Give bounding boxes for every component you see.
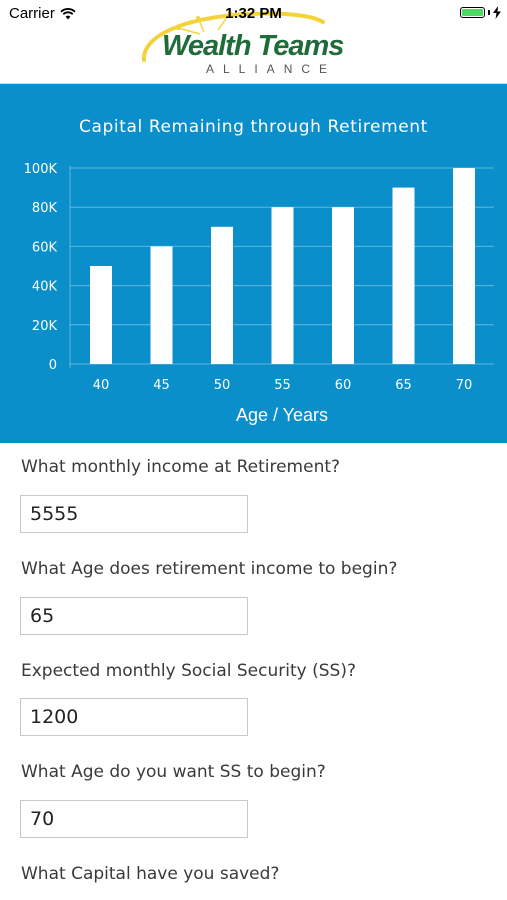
battery-indicator	[460, 6, 501, 19]
chart-bar	[150, 246, 173, 364]
ss-start-age-input[interactable]	[20, 800, 248, 838]
y-tick-label: 0	[49, 358, 57, 373]
social-security-input[interactable]	[20, 698, 248, 736]
income-start-age-input[interactable]	[20, 597, 248, 635]
x-tick-label: 40	[93, 378, 110, 393]
y-tick-label: 100K	[24, 162, 58, 177]
x-tick-label: 70	[456, 378, 473, 393]
logo-sub-text: ALLIANCE	[206, 62, 337, 76]
status-time: 1:32 PM	[225, 5, 282, 22]
chart-title: Capital Remaining through Retirement	[79, 117, 428, 137]
capital-saved-label: What Capital have you saved?	[21, 864, 280, 884]
y-tick-label: 60K	[32, 240, 58, 255]
x-axis-ticks: 40 45 50 55 60 65 70	[93, 378, 473, 393]
status-bar: Carrier 1:32 PM	[0, 0, 507, 26]
chart-bar	[453, 168, 475, 364]
logo-main-text: Wealth Teams	[162, 30, 344, 62]
chart-bar	[392, 187, 415, 364]
capital-remaining-chart: Capital Remaining through Retirement 0 20…	[24, 117, 494, 425]
battery-icon	[460, 7, 485, 18]
retirement-chart-panel: Capital Remaining through Retirement 0 20…	[0, 84, 507, 443]
x-axis-label: Age / Years	[236, 405, 328, 425]
y-tick-label: 20K	[32, 319, 58, 334]
monthly-income-input[interactable]	[20, 495, 248, 533]
chart-bar	[211, 226, 233, 364]
x-tick-label: 60	[335, 378, 352, 393]
x-tick-label: 55	[274, 378, 291, 393]
monthly-income-label: What monthly income at Retirement?	[21, 457, 341, 477]
x-tick-label: 50	[214, 378, 231, 393]
charging-bolt-icon	[493, 6, 501, 19]
social-security-label: Expected monthly Social Security (SS)?	[21, 661, 356, 681]
ss-start-age-label: What Age do you want SS to begin?	[21, 762, 326, 782]
chart-bar	[332, 207, 354, 364]
chart-bars	[90, 168, 475, 364]
x-tick-label: 65	[395, 378, 412, 393]
y-tick-label: 80K	[32, 201, 58, 216]
y-axis-ticks: 0 20K 40K 60K 80K 100K	[24, 162, 58, 373]
chart-bar	[271, 207, 294, 364]
y-tick-label: 40K	[32, 280, 58, 295]
x-tick-label: 45	[153, 378, 170, 393]
chart-bar	[90, 266, 112, 364]
income-start-age-label: What Age does retirement income to begin…	[21, 559, 398, 579]
